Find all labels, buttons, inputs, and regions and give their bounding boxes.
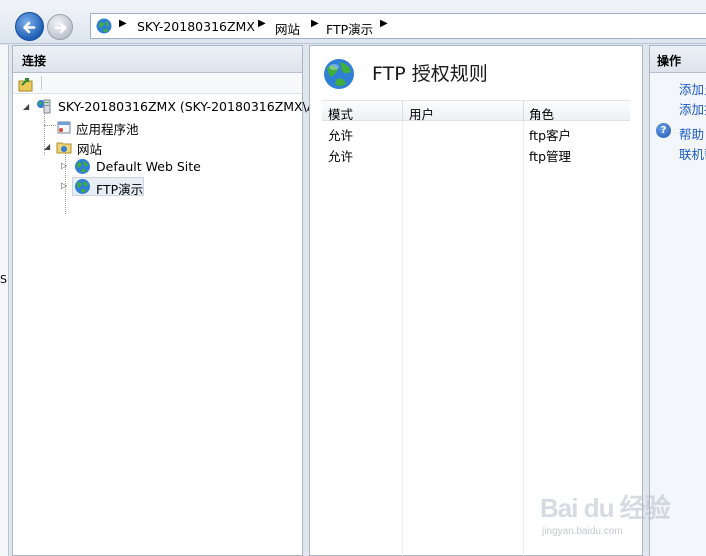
cell-role: ftp管理 <box>529 149 572 164</box>
online-help-link[interactable]: 联机帮 <box>679 144 706 163</box>
tree-label-server: SKY-20180316ZMX (SKY-20180316ZMX\Ac <box>58 99 323 114</box>
expand-icon[interactable]: ▷ <box>61 181 67 190</box>
expand-icon[interactable]: ▷ <box>61 161 67 170</box>
help-icon: ? <box>656 123 671 138</box>
authorization-rules-table: 模式 用户 角色 允许 ftp客户 允许 ftp管理 <box>322 100 630 556</box>
tree-label-sites: 网站 <box>77 142 103 157</box>
column-gridline <box>523 121 524 556</box>
watermark-logo: Bai du 经验 <box>540 493 671 523</box>
server-icon <box>37 99 51 114</box>
sites-folder-icon <box>56 142 72 154</box>
breadcrumb-separator-icon[interactable]: ▶ <box>311 18 319 29</box>
connect-icon[interactable] <box>18 76 34 92</box>
cell-mode: 允许 <box>328 149 354 164</box>
left-edge-strip: S <box>0 45 9 556</box>
forward-arrow-icon <box>54 22 67 34</box>
tree-label-default-site: Default Web Site <box>96 159 201 174</box>
breadcrumb-ftp-site[interactable]: FTP演示 <box>326 19 373 38</box>
tree-connector <box>44 125 56 126</box>
globe-icon <box>75 159 90 174</box>
breadcrumb-separator-icon[interactable]: ▶ <box>380 18 388 29</box>
toolbar-separator <box>41 76 42 90</box>
table-header: 模式 用户 角色 <box>322 100 630 122</box>
help-link[interactable]: 帮助 <box>679 124 704 143</box>
breadcrumb-sites[interactable]: 网站 <box>275 19 300 38</box>
back-button[interactable] <box>15 12 44 41</box>
column-divider[interactable] <box>523 101 524 122</box>
back-arrow-icon <box>23 21 36 34</box>
globe-icon <box>96 18 112 34</box>
connections-toolbar <box>13 73 302 94</box>
app-pool-icon <box>57 121 71 134</box>
collapse-icon[interactable]: ◢ <box>23 102 29 111</box>
actions-title: 操作 <box>650 46 706 73</box>
breadcrumb-server[interactable]: SKY-20180316ZMX <box>137 19 255 34</box>
collapse-icon[interactable]: ◢ <box>44 142 50 151</box>
globe-icon <box>75 179 90 194</box>
add-deny-rule-link[interactable]: 添加拒 <box>679 99 706 118</box>
left-edge-text: S <box>0 273 7 286</box>
navigation-bar: ▶ SKY-20180316ZMX ▶ 网站 ▶ FTP演示 ▶ <box>0 0 706 44</box>
connections-panel: 连接 ◢ SKY-20180316ZMX (SKY-20180316ZMX\Ac <box>12 45 322 556</box>
baidu-watermark: Bai du 经验 jingyan.baidu.com <box>540 480 700 550</box>
table-row[interactable]: 允许 ftp管理 <box>322 142 630 164</box>
window-top-edge <box>0 0 706 9</box>
tree-label-ftp-site: FTP演示 <box>96 182 144 197</box>
breadcrumb-separator-icon[interactable]: ▶ <box>119 18 127 29</box>
watermark-url: jingyan.baidu.com <box>542 526 623 537</box>
connections-title: 连接 <box>13 46 302 73</box>
globe-icon <box>324 59 354 89</box>
column-divider[interactable] <box>402 101 403 122</box>
address-bar[interactable]: ▶ SKY-20180316ZMX ▶ 网站 ▶ FTP演示 ▶ <box>90 13 706 39</box>
breadcrumb-separator-icon[interactable]: ▶ <box>258 18 266 29</box>
tree-label-app-pools: 应用程序池 <box>76 122 139 137</box>
table-row[interactable]: 允许 ftp客户 <box>322 121 630 143</box>
page-title: FTP 授权规则 <box>372 63 488 85</box>
column-gridline <box>402 121 403 556</box>
forward-button[interactable] <box>47 14 73 40</box>
add-allow-rule-link[interactable]: 添加允 <box>679 79 706 98</box>
